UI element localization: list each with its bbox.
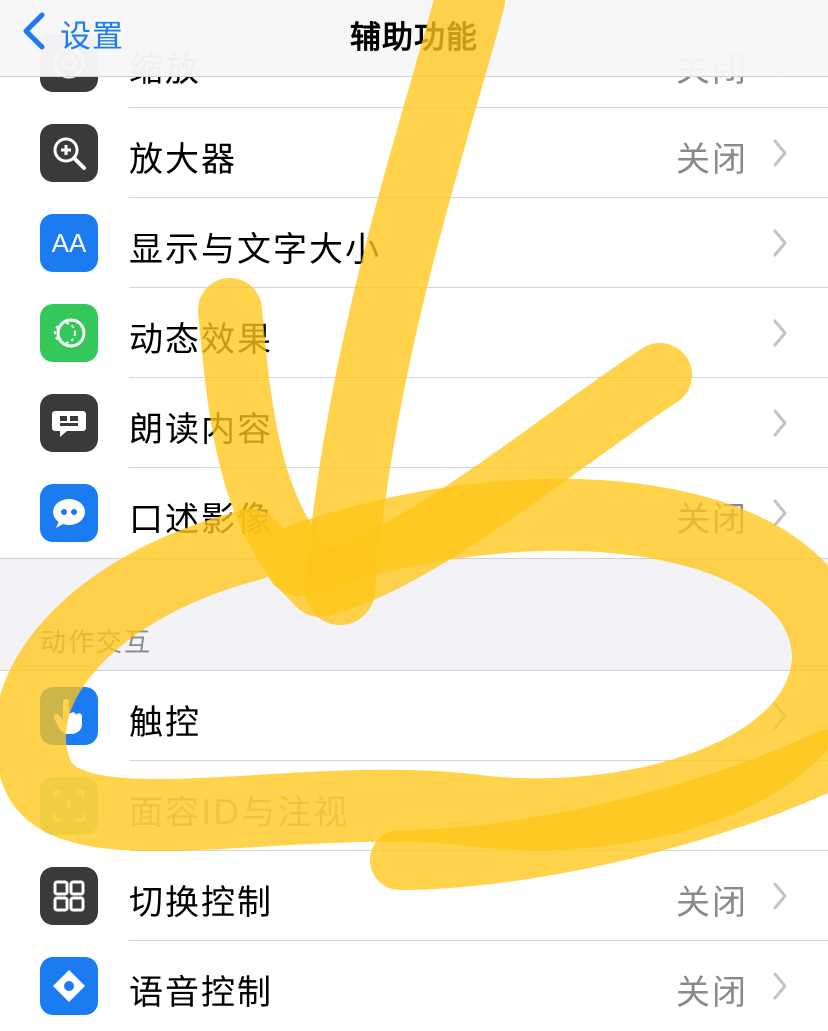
chevron-right-icon	[773, 319, 787, 347]
navigation-bar: 设置 辅助功能	[0, 0, 828, 77]
row-value: 关闭	[676, 140, 748, 180]
row-label: 切换控制	[129, 883, 273, 923]
face-id-icon	[40, 777, 98, 835]
row-label: 动态效果	[129, 320, 273, 360]
voice-control-icon	[40, 957, 98, 1015]
chevron-right-icon	[773, 229, 787, 257]
grid-icon	[40, 867, 98, 925]
row-touch[interactable]: 触控	[0, 671, 828, 761]
chevron-right-icon	[773, 702, 787, 730]
chevron-right-icon	[773, 409, 787, 437]
chevron-right-icon	[773, 972, 787, 1000]
magnifier-icon	[40, 124, 98, 182]
row-face-id-attention[interactable]: 面容ID与注视	[0, 761, 828, 851]
row-label: 口述影像	[129, 500, 273, 540]
row-spoken-content[interactable]: 朗读内容	[0, 378, 828, 468]
text-size-icon: AA	[40, 214, 98, 272]
chevron-right-icon	[773, 139, 787, 167]
row-magnifier[interactable]: 放大器 关闭	[0, 108, 828, 198]
row-switch-control[interactable]: 切换控制 关闭	[0, 851, 828, 941]
row-label: 面容ID与注视	[129, 793, 350, 833]
section-header: 动作交互	[40, 628, 153, 658]
quote-bubble-icon	[40, 484, 98, 542]
row-label: 触控	[129, 703, 201, 743]
row-value: 关闭	[676, 500, 748, 540]
text-size-glyph: AA	[51, 227, 87, 258]
vision-settings-group: 缩放 关闭 放大器 关闭 AA 显示与文字大小 动态效果 朗读内容	[0, 18, 828, 559]
hand-pointer-icon	[40, 687, 98, 745]
chevron-right-icon	[773, 499, 787, 527]
chevron-right-icon	[773, 882, 787, 910]
motion-icon	[40, 304, 98, 362]
row-value: 关闭	[676, 883, 748, 923]
row-label: 放大器	[129, 140, 237, 180]
row-label: 显示与文字大小	[129, 230, 381, 270]
row-label: 朗读内容	[129, 410, 273, 450]
page-title: 辅助功能	[350, 20, 478, 56]
row-display-text-size[interactable]: AA 显示与文字大小	[0, 198, 828, 288]
row-motion[interactable]: 动态效果	[0, 288, 828, 378]
speech-bubble-icon	[40, 394, 98, 452]
interaction-settings-group: 触控 面容ID与注视 切换控制 关闭 语音控制 关闭	[0, 670, 828, 1031]
row-audio-descriptions[interactable]: 口述影像 关闭	[0, 468, 828, 558]
row-voice-control[interactable]: 语音控制 关闭	[0, 941, 828, 1031]
